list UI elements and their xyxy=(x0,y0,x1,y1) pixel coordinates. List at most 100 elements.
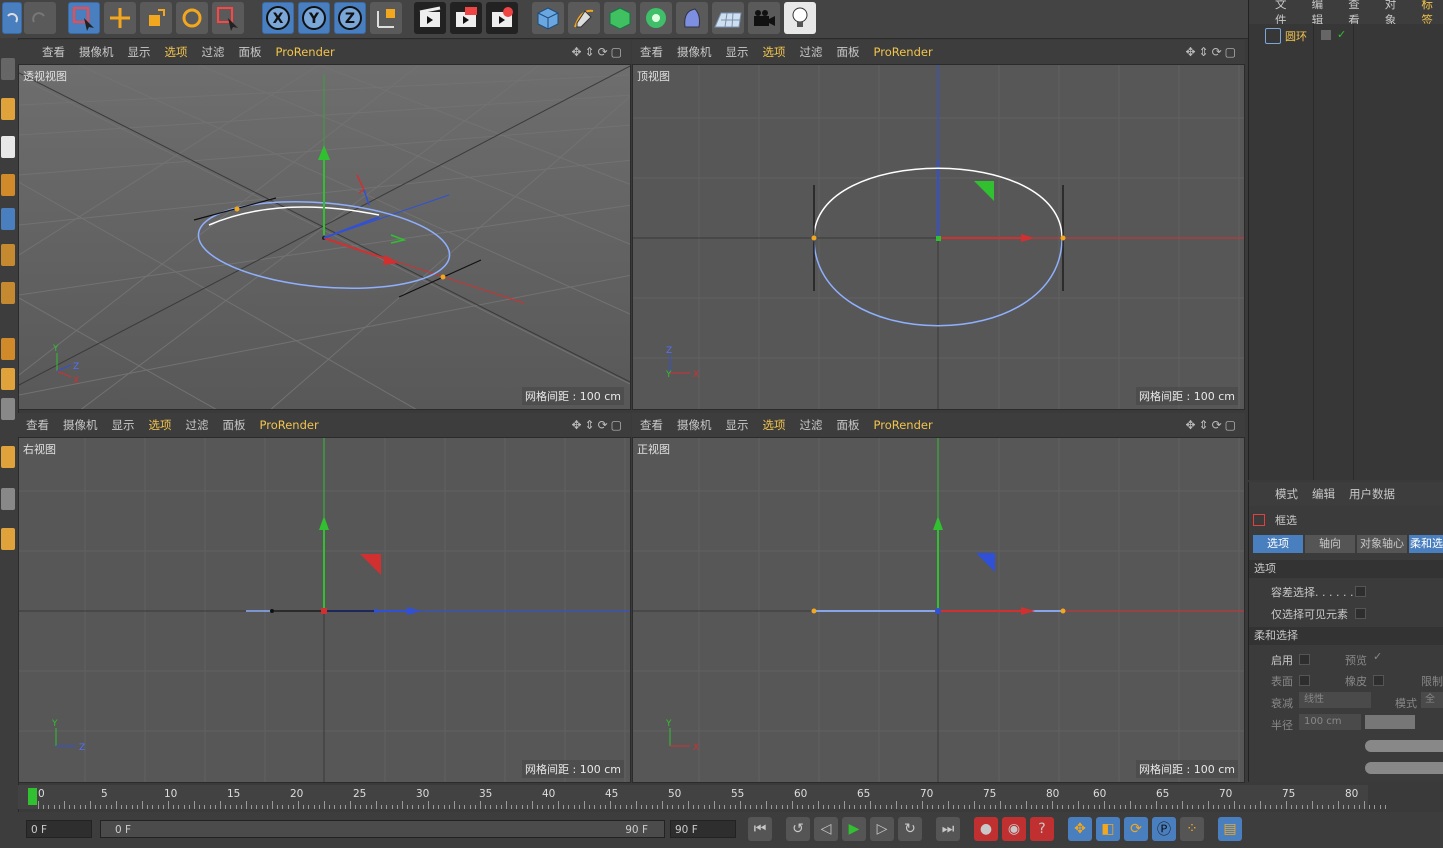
recent-tool-icon[interactable] xyxy=(212,2,244,34)
menu-filter[interactable]: 过滤 xyxy=(800,44,823,60)
next-frame-icon[interactable]: ▷ xyxy=(870,817,894,841)
menu-prorender[interactable]: ProRender xyxy=(874,45,933,59)
menu-filter[interactable]: 过滤 xyxy=(186,417,209,433)
cube-object-icon[interactable] xyxy=(532,2,564,34)
rubber-checkbox[interactable] xyxy=(1373,675,1384,686)
menu-panel[interactable]: 面板 xyxy=(239,44,262,60)
tab-soft-selection[interactable]: 柔和选 xyxy=(1409,535,1443,553)
workplane-lock-icon[interactable] xyxy=(1,488,15,510)
menu-filter[interactable]: 过滤 xyxy=(202,44,225,60)
enabled-check-icon[interactable]: ✓ xyxy=(1337,28,1346,41)
pen-spline-icon[interactable] xyxy=(568,2,600,34)
planar-workplane-icon[interactable] xyxy=(1,528,15,550)
render-settings-icon[interactable] xyxy=(486,2,518,34)
menu-prorender[interactable]: ProRender xyxy=(260,418,319,432)
next-keyframe-icon[interactable]: ↻ xyxy=(898,817,922,841)
menu-display[interactable]: 显示 xyxy=(726,44,749,60)
subdivision-surface-icon[interactable] xyxy=(604,2,636,34)
autokeying-icon[interactable]: ◉ xyxy=(1002,817,1026,841)
record-parameter-icon[interactable]: Ⓟ xyxy=(1152,817,1176,841)
radius-slider[interactable] xyxy=(1365,715,1415,729)
object-row-circle[interactable]: 圆环 ✓ xyxy=(1253,26,1353,46)
top-viewport[interactable]: Z Y X 顶视图 网格间距 : 100 cm xyxy=(632,64,1245,410)
y-axis-lock-icon[interactable]: Y xyxy=(298,2,330,34)
viewport-nav-icons[interactable]: ✥⇕⟳▢ xyxy=(571,45,625,59)
snap-icon[interactable] xyxy=(1,446,15,468)
tab-object-axis[interactable]: 对象轴心 xyxy=(1357,535,1407,553)
coordinate-system-icon[interactable] xyxy=(370,2,402,34)
tweak-mode-icon[interactable] xyxy=(1,368,15,390)
edges-mode-icon[interactable] xyxy=(1,244,15,266)
menu-display[interactable]: 显示 xyxy=(128,44,151,60)
tab-axis[interactable]: 轴向 xyxy=(1305,535,1355,553)
menu-prorender[interactable]: ProRender xyxy=(874,418,933,432)
keyframe-selection-icon[interactable]: ? xyxy=(1030,817,1054,841)
right-viewport[interactable]: Y Z 右视图 网格间距 : 100 cm xyxy=(18,437,631,783)
polygons-mode-icon[interactable] xyxy=(1,282,15,304)
menu-display[interactable]: 显示 xyxy=(726,417,749,433)
menu-camera[interactable]: 摄像机 xyxy=(677,417,712,433)
timeline-window-icon[interactable]: ▤ xyxy=(1218,817,1242,841)
object-name[interactable]: 圆环 xyxy=(1285,28,1307,44)
menu-camera[interactable]: 摄像机 xyxy=(677,44,712,60)
move-tool-icon[interactable] xyxy=(104,2,136,34)
x-axis-lock-icon[interactable]: X xyxy=(262,2,294,34)
menu-filter[interactable]: 过滤 xyxy=(800,417,823,433)
workplane-mode-icon[interactable] xyxy=(1,174,15,196)
viewport-nav-icons[interactable]: ✥⇕⟳▢ xyxy=(571,418,625,432)
only-visible-checkbox[interactable] xyxy=(1355,608,1366,619)
menu-options[interactable]: 选项 xyxy=(149,417,172,433)
scale-tool-icon[interactable] xyxy=(140,2,172,34)
am-menu-mode[interactable]: 模式 xyxy=(1275,486,1298,502)
perspective-viewport[interactable]: Y X Z 透视视图 网格间距 : 100 cm xyxy=(18,64,631,410)
previous-keyframe-icon[interactable]: ↺ xyxy=(786,817,810,841)
go-to-end-icon[interactable]: ⏭ xyxy=(936,817,960,841)
texture-mode-icon[interactable] xyxy=(1,136,15,158)
menu-options[interactable]: 选项 xyxy=(165,44,188,60)
record-active-objects-icon[interactable]: ● xyxy=(974,817,998,841)
model-mode-icon[interactable] xyxy=(1,98,15,120)
menu-prorender[interactable]: ProRender xyxy=(276,45,335,59)
tab-options[interactable]: 选项 xyxy=(1253,535,1303,553)
viewport-nav-icons[interactable]: ✥⇕⟳▢ xyxy=(1185,418,1239,432)
record-position-icon[interactable]: ✥ xyxy=(1068,817,1092,841)
current-frame-field[interactable]: 0 F xyxy=(26,820,92,838)
record-scale-icon[interactable]: ◧ xyxy=(1096,817,1120,841)
z-axis-lock-icon[interactable]: Z xyxy=(334,2,366,34)
render-to-picture-viewer-icon[interactable] xyxy=(450,2,482,34)
menu-options[interactable]: 选项 xyxy=(763,44,786,60)
menu-view[interactable]: 查看 xyxy=(640,44,663,60)
tolerant-select-checkbox[interactable] xyxy=(1355,586,1366,597)
am-menu-userdata[interactable]: 用户数据 xyxy=(1349,486,1395,502)
menu-panel[interactable]: 面板 xyxy=(837,44,860,60)
points-mode-icon[interactable] xyxy=(1,208,15,230)
mode-dropdown[interactable]: 全 xyxy=(1421,692,1443,708)
record-point-level-icon[interactable]: ⁘ xyxy=(1180,817,1204,841)
surface-checkbox[interactable] xyxy=(1299,675,1310,686)
render-view-icon[interactable] xyxy=(414,2,446,34)
menu-camera[interactable]: 摄像机 xyxy=(63,417,98,433)
floor-environment-icon[interactable] xyxy=(712,2,744,34)
mograph-cloner-icon[interactable] xyxy=(640,2,672,34)
falloff-dropdown[interactable]: 线性 xyxy=(1299,692,1371,708)
menu-view[interactable]: 查看 xyxy=(640,417,663,433)
timeline-ruler[interactable]: 0 5 10 15 20 25 30 35 40 45 50 55 60 65 70 75 80 60 65 70 75… xyxy=(18,785,1386,809)
viewport-solo-icon[interactable] xyxy=(1,398,15,420)
light-object-icon[interactable] xyxy=(784,2,816,34)
viewport-nav-icons[interactable]: ✥⇕⟳▢ xyxy=(1185,45,1239,59)
menu-options[interactable]: 选项 xyxy=(763,417,786,433)
visibility-toggle-icon[interactable] xyxy=(1321,30,1331,40)
camera-object-icon[interactable] xyxy=(748,2,780,34)
menu-view[interactable]: 查看 xyxy=(42,44,65,60)
radius-field[interactable]: 100 cm xyxy=(1299,714,1361,730)
menu-panel[interactable]: 面板 xyxy=(837,417,860,433)
rotate-tool-icon[interactable] xyxy=(176,2,208,34)
menu-camera[interactable]: 摄像机 xyxy=(79,44,114,60)
menu-display[interactable]: 显示 xyxy=(112,417,135,433)
front-viewport[interactable]: Y X 正视图 网格间距 : 100 cm xyxy=(632,437,1245,783)
undo-icon[interactable] xyxy=(2,2,22,34)
end-frame-field[interactable]: 90 F xyxy=(670,820,736,838)
menu-view[interactable]: 查看 xyxy=(26,417,49,433)
am-menu-edit[interactable]: 编辑 xyxy=(1312,486,1335,502)
menu-panel[interactable]: 面板 xyxy=(223,417,246,433)
